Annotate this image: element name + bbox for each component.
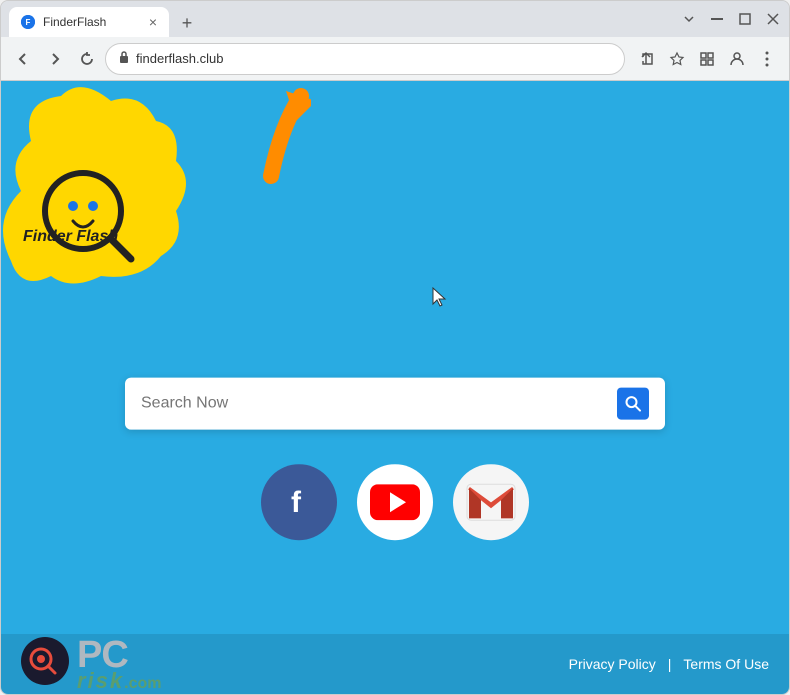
chevron-down-icon (681, 11, 697, 27)
window-controls (681, 11, 781, 27)
svg-text:F: F (26, 18, 31, 27)
footer: PC risk .com Privacy Policy | Terms Of U… (1, 634, 789, 694)
refresh-button[interactable] (73, 45, 101, 73)
search-input[interactable] (141, 394, 617, 412)
close-button[interactable] (765, 11, 781, 27)
privacy-policy-link[interactable]: Privacy Policy (569, 656, 656, 672)
extensions-button[interactable] (693, 45, 721, 73)
toolbar-actions (633, 45, 781, 73)
pcrisk-icon (21, 637, 69, 685)
title-bar: F FinderFlash × + (1, 1, 789, 37)
search-bar[interactable] (125, 377, 665, 429)
back-button[interactable] (9, 45, 37, 73)
tab-favicon: F (21, 15, 35, 29)
facebook-button[interactable]: f (261, 464, 337, 540)
url-text: finderflash.club (136, 51, 612, 66)
main-content: Finder Flash (1, 81, 789, 694)
lock-icon (118, 50, 130, 67)
footer-links: Privacy Policy | Terms Of Use (569, 656, 769, 672)
tab-title: FinderFlash (43, 15, 141, 29)
terms-of-use-link[interactable]: Terms Of Use (683, 656, 769, 672)
active-tab[interactable]: F FinderFlash × (9, 7, 169, 37)
pcrisk-dotcom-text: .com (124, 675, 161, 693)
pcrisk-risk-text: risk (77, 669, 124, 693)
search-container (125, 377, 665, 429)
logo-text: Finder Flash (23, 228, 118, 246)
browser-window: F FinderFlash × + (0, 0, 790, 695)
toolbar: finderflash.club (1, 37, 789, 81)
social-icons-container: f (261, 464, 529, 540)
bookmark-button[interactable] (663, 45, 691, 73)
menu-button[interactable] (753, 45, 781, 73)
svg-text:f: f (291, 486, 302, 519)
cloud-logo-svg (1, 81, 191, 291)
new-tab-button[interactable]: + (173, 9, 201, 37)
share-button[interactable] (633, 45, 661, 73)
logo-area: Finder Flash (1, 81, 201, 281)
gmail-button[interactable] (453, 464, 529, 540)
tab-close-button[interactable]: × (149, 15, 157, 29)
orange-arrow (201, 86, 311, 191)
profile-button[interactable] (723, 45, 751, 73)
address-bar[interactable]: finderflash.club (105, 43, 625, 75)
minimize-button[interactable] (709, 11, 725, 27)
tab-area: F FinderFlash × + (9, 1, 677, 37)
maximize-button[interactable] (737, 11, 753, 27)
mouse-cursor (431, 286, 451, 315)
search-submit-button[interactable] (617, 387, 649, 419)
footer-divider: | (668, 656, 672, 672)
pcrisk-logo: PC risk .com (21, 635, 162, 693)
youtube-button[interactable] (357, 464, 433, 540)
forward-button[interactable] (41, 45, 69, 73)
